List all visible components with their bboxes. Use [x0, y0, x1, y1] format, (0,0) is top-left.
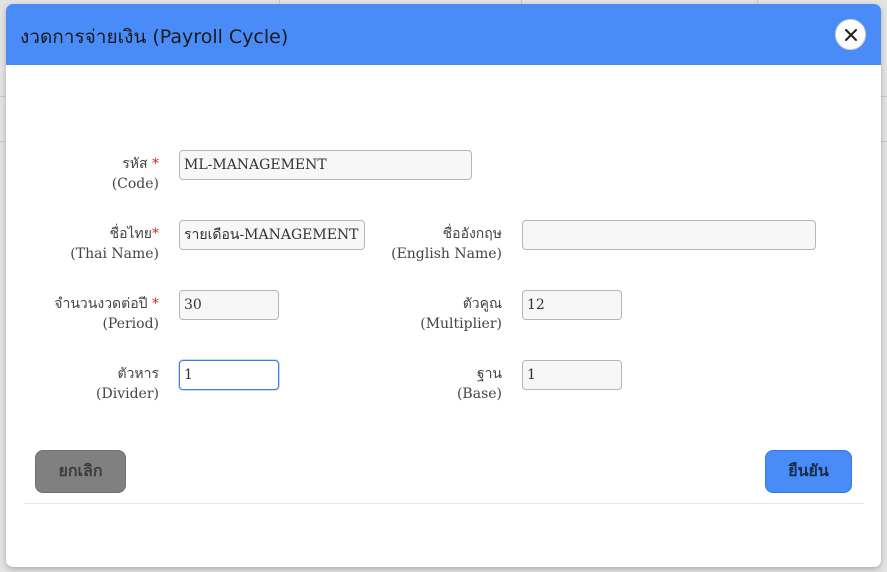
- base-label-en: (Base): [456, 386, 502, 402]
- english-name-label-th: ชื่ออังกฤษ: [442, 226, 502, 242]
- required-marker: *: [152, 296, 159, 312]
- code-input[interactable]: [179, 150, 472, 180]
- thai-name-label-th: ชื่อไทย: [109, 226, 152, 242]
- base-label-th: ฐาน: [476, 366, 502, 382]
- bg-divider: [881, 96, 887, 97]
- close-icon: [844, 28, 857, 41]
- dialog-title: งวดการจ่ายเงิน (Payroll Cycle): [20, 26, 289, 48]
- divider-label-th: ตัวหาร: [117, 366, 159, 382]
- multiplier-label-en: (Multiplier): [420, 316, 502, 332]
- payroll-cycle-dialog: งวดการจ่ายเงิน (Payroll Cycle) รหัส * (C…: [6, 4, 881, 567]
- period-label: จำนวนงวดต่อปี * (Period): [39, 294, 159, 334]
- english-name-input[interactable]: [522, 220, 816, 250]
- multiplier-input[interactable]: [522, 290, 622, 320]
- confirm-button[interactable]: ยืนยัน: [765, 450, 852, 493]
- period-input[interactable]: [179, 290, 279, 320]
- required-marker: *: [152, 226, 159, 242]
- base-input[interactable]: [522, 360, 622, 390]
- multiplier-label: ตัวคูณ (Multiplier): [382, 294, 502, 334]
- cancel-button[interactable]: ยกเลิก: [35, 450, 126, 493]
- dialog-header: งวดการจ่ายเงิน (Payroll Cycle): [6, 4, 881, 65]
- thai-name-label-en: (Thai Name): [70, 246, 159, 262]
- period-label-en: (Period): [102, 316, 159, 332]
- english-name-label-en: (English Name): [391, 246, 502, 262]
- thai-name-input[interactable]: [179, 220, 365, 250]
- base-label: ฐาน (Base): [382, 364, 502, 404]
- divider-label-en: (Divider): [96, 386, 159, 402]
- code-label-en: (Code): [111, 176, 159, 192]
- footer-divider: [24, 503, 864, 504]
- period-label-th: จำนวนงวดต่อปี: [54, 296, 148, 312]
- close-button[interactable]: [835, 19, 866, 50]
- divider-input[interactable]: [179, 360, 279, 390]
- thai-name-label: ชื่อไทย* (Thai Name): [39, 224, 159, 264]
- required-marker: *: [152, 156, 159, 172]
- bg-divider: [881, 141, 887, 142]
- code-label-th: รหัส: [122, 156, 148, 172]
- multiplier-label-th: ตัวคูณ: [462, 296, 502, 312]
- code-label: รหัส * (Code): [39, 154, 159, 194]
- english-name-label: ชื่ออังกฤษ (English Name): [382, 224, 502, 264]
- divider-label: ตัวหาร (Divider): [39, 364, 159, 404]
